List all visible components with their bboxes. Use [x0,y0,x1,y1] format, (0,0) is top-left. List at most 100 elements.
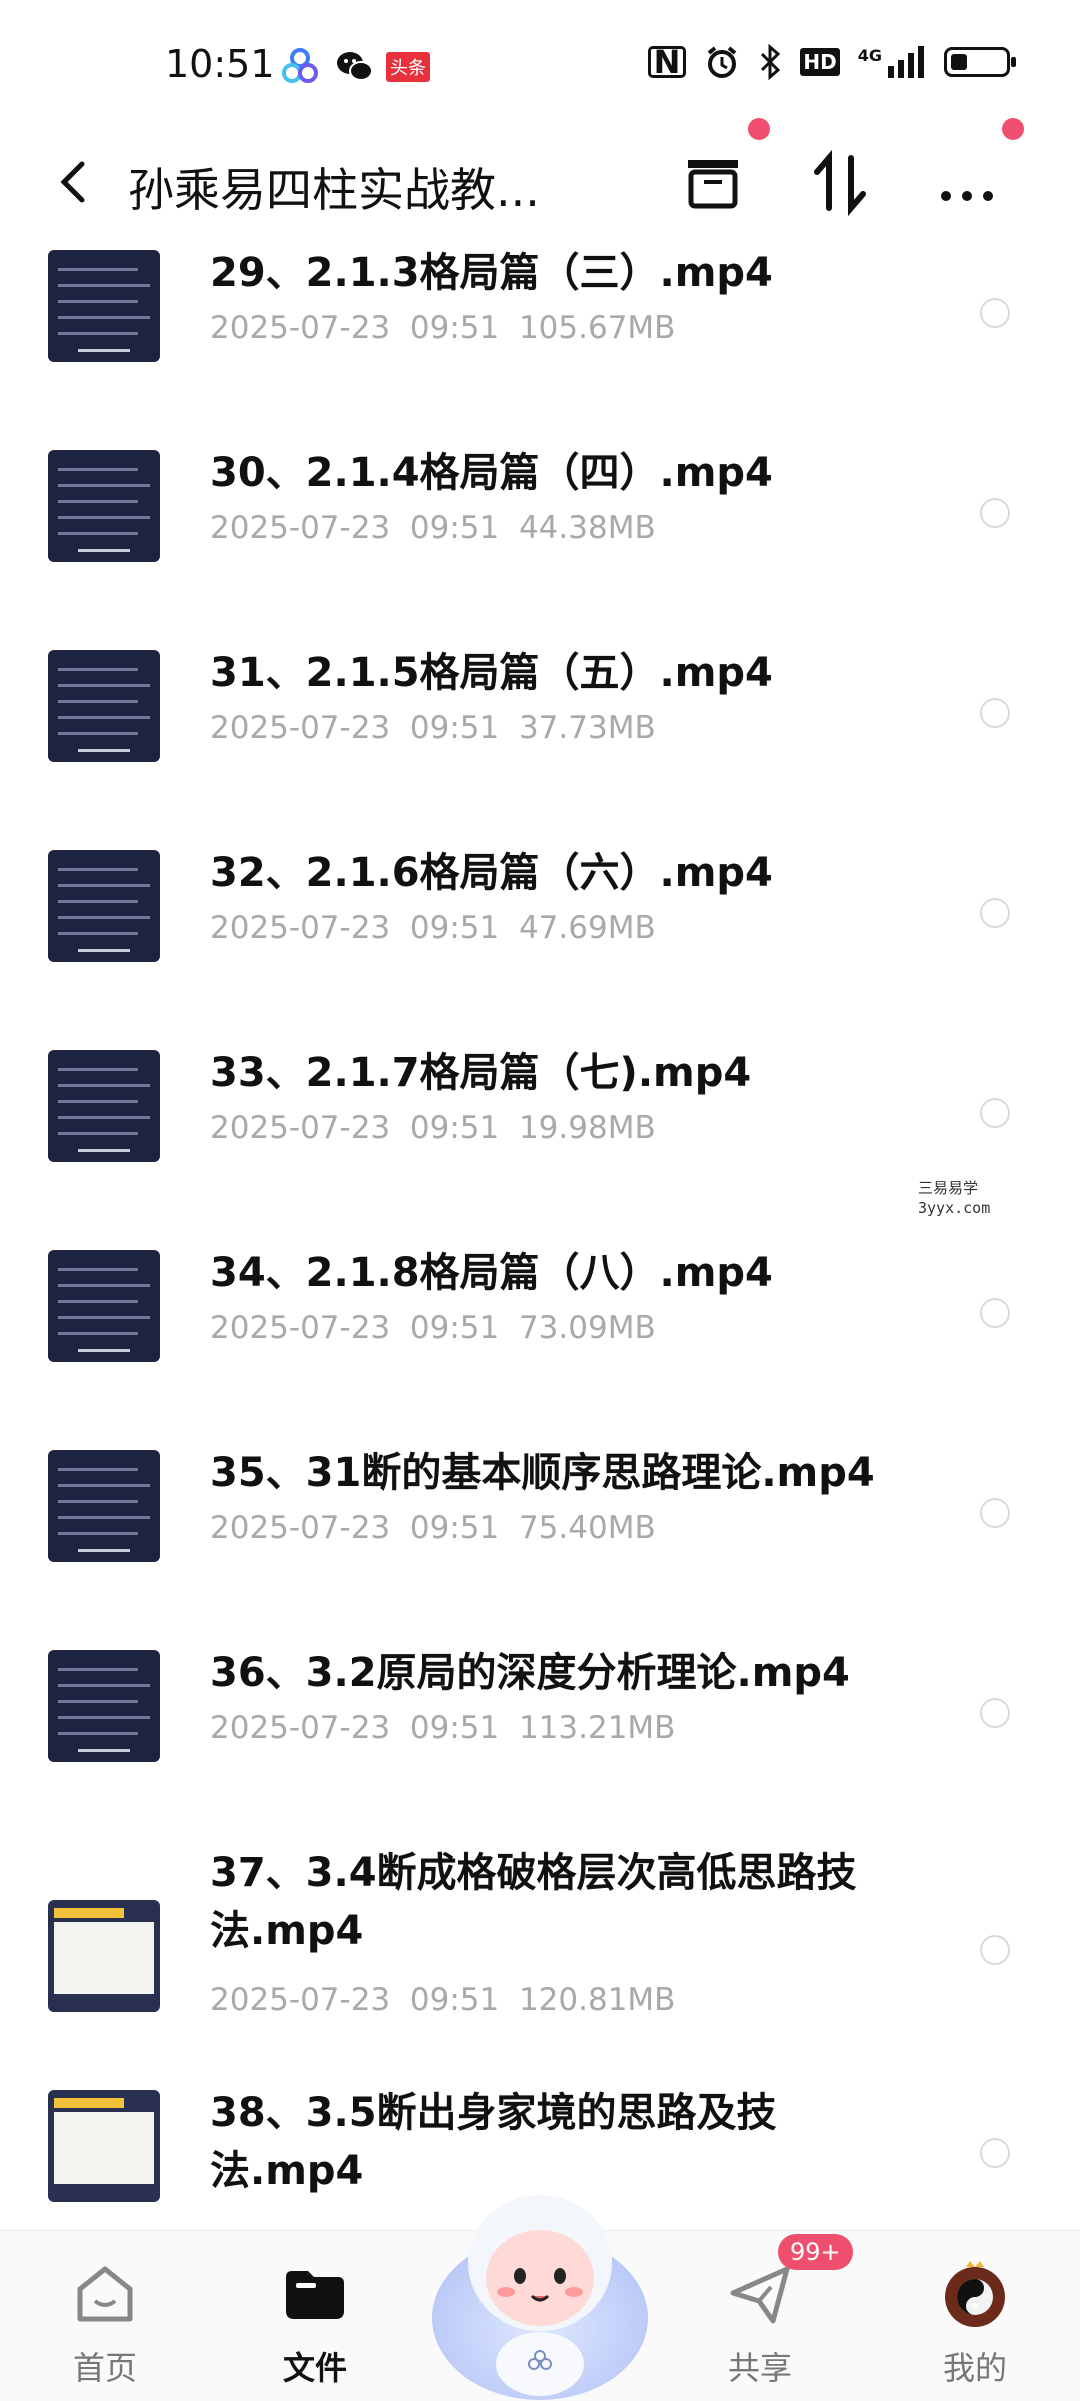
file-meta: 2025-07-23 09:51 73.09MB [210,1310,656,1346]
video-thumbnail [48,1650,160,1762]
select-radio[interactable] [980,2138,1010,2168]
file-size: 105.67MB [518,310,676,346]
file-name: 31、2.1.5格局篇（五）.mp4 [210,650,773,696]
nav-home-label: 首页 [72,2349,137,2387]
file-date: 2025-07-23 [210,1110,391,1146]
network-type: 4G [857,45,882,65]
file-time: 09:51 [409,510,500,546]
wechat-icon [337,52,373,81]
file-date: 2025-07-23 [210,1510,391,1546]
video-thumbnail [48,450,160,562]
select-radio[interactable] [980,898,1010,928]
file-meta: 2025-07-23 09:51 75.40MB [210,1510,656,1546]
watermark-line-2: 3yyx.com [918,1199,991,1217]
status-icons: N HD 4G [647,44,1016,80]
file-row[interactable]: 32、2.1.6格局篇（六）.mp4 2025-07-23 09:51 47.69… [0,810,1080,1010]
file-name: 33、2.1.7格局篇（七).mp4 [210,1050,752,1096]
file-row[interactable]: 34、2.1.8格局篇（八）.mp4 2025-07-23 09:51 73.09… [0,1210,1080,1410]
file-date: 2025-07-23 [210,710,391,746]
file-row[interactable]: 35、31断的基本顺序思路理论.mp4 2025-07-23 09:51 75.4… [0,1410,1080,1610]
file-row[interactable]: 37、3.4断成格破格层次高低思路技法.mp4 2025-07-23 09:51 … [0,1810,1080,2018]
file-list: 29、2.1.3格局篇（三）.mp4 2025-07-23 09:51 105.6… [0,240,1080,2230]
nav-files[interactable]: 文件 [245,2249,385,2389]
file-time: 09:51 [409,1310,500,1346]
archive-notification-dot [748,118,770,140]
video-thumbnail [48,250,160,362]
file-row[interactable]: 36、3.2原局的深度分析理论.mp4 2025-07-23 09:51 113.… [0,1610,1080,1810]
select-radio[interactable] [980,698,1010,728]
share-badge: 99+ [778,2234,853,2270]
page-title: 孙乘易四柱实战教... [128,163,540,217]
file-meta: 2025-07-23 09:51 37.73MB [210,710,656,746]
home-icon [77,2266,133,2322]
nav-profile[interactable]: 我的 [905,2249,1045,2389]
file-date: 2025-07-23 [210,310,391,346]
alarm-icon [708,46,737,78]
baidu-netdisk-icon [282,48,318,83]
file-date: 2025-07-23 [210,510,391,546]
select-radio[interactable] [980,1935,1010,1965]
status-time: 10:51 [165,42,275,86]
select-radio[interactable] [980,298,1010,328]
hd-icon: HD [800,48,840,76]
file-size: 19.98MB [518,1110,656,1146]
watermark: 三易易学 3yyx.com [918,1178,990,1218]
file-time: 09:51 [409,1510,500,1546]
nav-share[interactable]: 共享 [690,2249,830,2389]
file-size: 44.38MB [518,510,656,546]
toutiao-icon: 头条 [386,52,430,82]
signal-icon [888,46,924,78]
file-name: 34、2.1.8格局篇（八）.mp4 [210,1250,773,1296]
file-meta: 2025-07-23 09:51 44.38MB [210,510,656,546]
video-thumbnail [48,1450,160,1562]
file-name: 37、3.4断成格破格层次高低思路技法.mp4 [210,1850,857,1954]
nfc-icon: N [647,46,687,78]
file-size: 75.40MB [518,1510,656,1546]
nav-home[interactable]: 首页 [35,2249,175,2389]
select-radio[interactable] [980,1298,1010,1328]
video-thumbnail [48,650,160,762]
file-name: 32、2.1.6格局篇（六）.mp4 [210,850,773,896]
nav-profile-label: 我的 [942,2349,1007,2387]
select-radio[interactable] [980,1498,1010,1528]
file-name: 29、2.1.3格局篇（三）.mp4 [210,250,773,296]
select-radio[interactable] [980,1698,1010,1728]
battery-icon [944,47,1016,77]
file-date: 2025-07-23 [210,1982,391,2018]
file-date: 2025-07-23 [210,1310,391,1346]
file-time: 09:51 [409,910,500,946]
file-time: 09:51 [409,710,500,746]
send-icon [730,2266,790,2324]
assistant-mascot-button[interactable] [430,2168,650,2400]
nav-files-label: 文件 [282,2349,347,2387]
archive-icon[interactable] [678,148,748,218]
more-icon[interactable] [932,148,1002,218]
avatar-icon [945,2261,1005,2327]
file-row[interactable]: 29、2.1.3格局篇（三）.mp4 2025-07-23 09:51 105.6… [0,240,1080,410]
file-time: 09:51 [409,1110,500,1146]
file-time: 09:51 [409,1982,500,2018]
file-name: 35、31断的基本顺序思路理论.mp4 [210,1450,875,1496]
file-row[interactable]: 30、2.1.4格局篇（四）.mp4 2025-07-23 09:51 44.38… [0,410,1080,610]
battery-level [951,54,967,70]
file-name: 36、3.2原局的深度分析理论.mp4 [210,1650,850,1696]
file-name: 30、2.1.4格局篇（四）.mp4 [210,450,773,496]
file-size: 37.73MB [518,710,656,746]
file-meta: 2025-07-23 09:51 105.67MB [210,310,675,346]
video-thumbnail [48,2090,160,2202]
video-thumbnail [48,1050,160,1162]
select-radio[interactable] [980,1098,1010,1128]
file-size: 73.09MB [518,1310,656,1346]
back-arrow-icon[interactable] [48,152,98,212]
file-size: 113.21MB [518,1710,676,1746]
watermark-line-1: 三易易学 [918,1179,979,1197]
bluetooth-icon [761,44,781,80]
select-radio[interactable] [980,498,1010,528]
sort-icon[interactable] [805,148,875,218]
status-bar: 10:51 头条 N HD 4G [0,0,1080,130]
file-time: 09:51 [409,1710,500,1746]
file-row[interactable]: 31、2.1.5格局篇（五）.mp4 2025-07-23 09:51 37.73… [0,610,1080,810]
file-meta: 2025-07-23 09:51 113.21MB [210,1710,675,1746]
file-meta: 2025-07-23 09:51 120.81MB [210,1982,675,2018]
file-date: 2025-07-23 [210,1710,391,1746]
